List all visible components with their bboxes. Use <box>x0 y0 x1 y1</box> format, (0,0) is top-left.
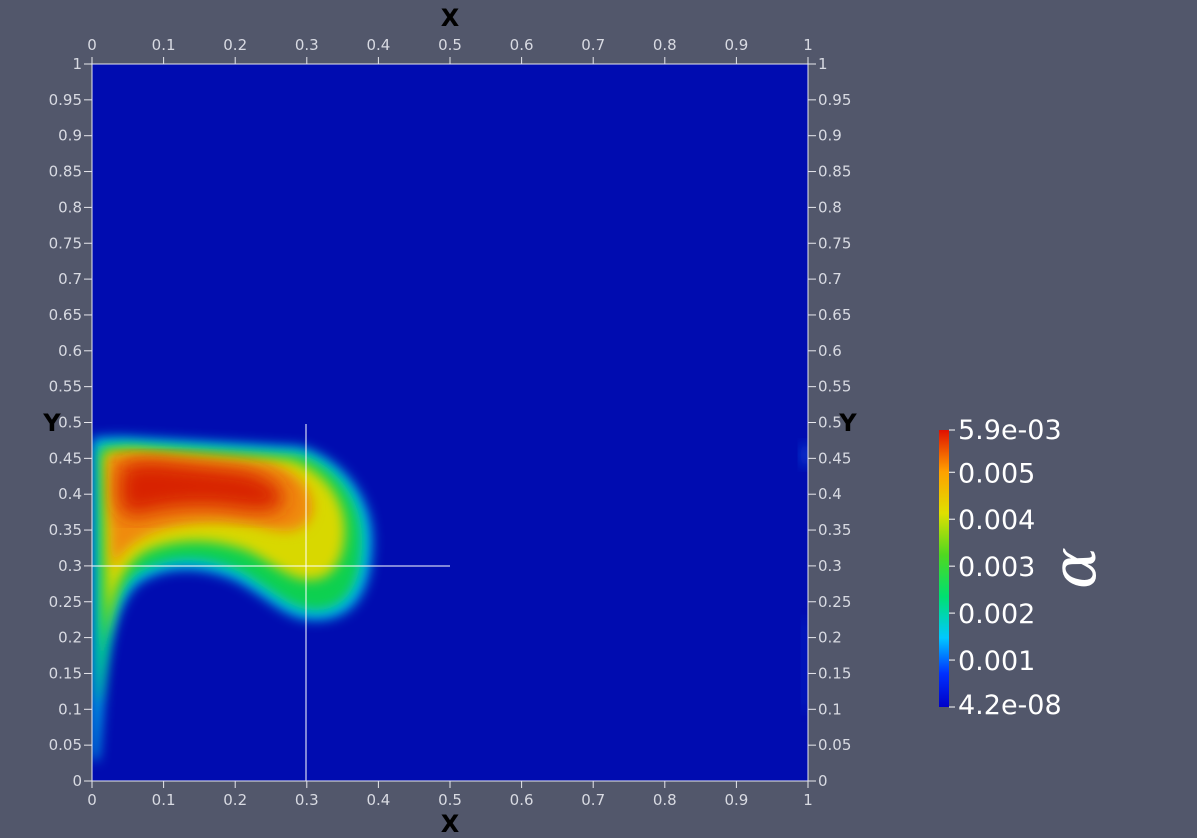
x-tick-label-top: 0.9 <box>724 36 748 54</box>
x-tick-label-top: 0.2 <box>223 36 247 54</box>
y-tick-label-right: 0.1 <box>818 700 842 718</box>
x-tick-label-bottom: 0.1 <box>152 791 176 809</box>
x-tick-label-bottom: 0.6 <box>510 791 534 809</box>
heatmap-plot: 0 0.1 0.2 0.3 0.4 0.5 0.6 0.7 0.8 0.9 1 0 0.1 0.2 0.3… <box>42 4 1110 838</box>
y-tick-label-left: 0.45 <box>49 449 82 467</box>
x-tick-label-top: 1 <box>803 36 813 54</box>
y-tick-label-right: 0.8 <box>818 198 842 216</box>
x-axis-top: 0 0.1 0.2 0.3 0.4 0.5 0.6 0.7 0.8 0.9 1 <box>87 36 813 64</box>
y-tick-label-left: 0.65 <box>49 306 82 324</box>
colorbar-min-label: 4.2e-08 <box>958 690 1062 721</box>
y-tick-label-left: 0.6 <box>58 342 82 360</box>
y-tick-label-right: 0.05 <box>818 736 851 754</box>
colorbar-ticks: 0.001 0.002 0.003 0.004 0.005 <box>949 429 1035 708</box>
y-tick-label-right: 0.35 <box>818 521 851 539</box>
x-tick-label-top: 0.1 <box>152 36 176 54</box>
y-tick-label-right: 0.15 <box>818 664 851 682</box>
y-tick-label-right: 0.85 <box>818 163 851 181</box>
y-tick-label-left: 0.3 <box>58 557 82 575</box>
y-tick-label-right: 0.2 <box>818 629 842 647</box>
color-legend: 0.001 0.002 0.003 0.004 0.005 5.9e-03 4.2e-0… <box>939 415 1110 721</box>
right-edge-streak <box>802 620 808 710</box>
y-tick-label-right: 0.3 <box>818 557 842 575</box>
y-tick-label-left: 0.75 <box>49 234 82 252</box>
y-tick-label-right: 0.4 <box>818 485 842 503</box>
y-tick-label-left: 0.95 <box>49 91 82 109</box>
y-tick-label-left: 0.8 <box>58 198 82 216</box>
y-tick-label-right: 0.7 <box>818 270 842 288</box>
y-tick-label-right: 0.75 <box>818 234 851 252</box>
x-tick-label-bottom: 0 <box>87 791 97 809</box>
x-tick-label-top: 0.8 <box>653 36 677 54</box>
colorbar-tick-label: 0.005 <box>958 458 1035 489</box>
y-tick-label-left: 0.9 <box>58 127 82 145</box>
colorbar-gradient <box>939 430 949 707</box>
x-tick-label-bottom: 0.3 <box>295 791 319 809</box>
y-tick-label-right: 0.45 <box>818 449 851 467</box>
y-tick-label-left: 0.4 <box>58 485 82 503</box>
y-tick-label-left: 0.7 <box>58 270 82 288</box>
y-tick-label-right: 1 <box>818 55 828 73</box>
y-tick-label-left: 0.2 <box>58 629 82 647</box>
y-tick-label-right: 0.65 <box>818 306 851 324</box>
y-tick-label-left: 0.35 <box>49 521 82 539</box>
x-tick-label-top: 0.5 <box>438 36 462 54</box>
y-tick-label-right: 0.25 <box>818 593 851 611</box>
plot-domain <box>92 64 808 781</box>
x-axis-bottom: 0 0.1 0.2 0.3 0.4 0.5 0.6 0.7 0.8 0.9 1 <box>87 781 813 809</box>
y-tick-label-right: 0.95 <box>818 91 851 109</box>
colorbar-tick-label: 0.001 <box>958 646 1035 677</box>
y-tick-label-right: 0 <box>818 772 828 790</box>
colorbar-max-label: 5.9e-03 <box>958 415 1062 446</box>
colorbar-title: α <box>1037 547 1110 589</box>
x-tick-label-bottom: 0.8 <box>653 791 677 809</box>
x-tick-label-bottom: 0.2 <box>223 791 247 809</box>
x-tick-label-bottom: 0.4 <box>366 791 390 809</box>
y-tick-label-right: 0.5 <box>818 414 842 432</box>
y-tick-label-right: 0.6 <box>818 342 842 360</box>
y-tick-label-left: 0.55 <box>49 378 82 396</box>
x-tick-label-top: 0.7 <box>581 36 605 54</box>
colorbar-tick-label: 0.002 <box>958 599 1035 630</box>
x-tick-label-top: 0.6 <box>510 36 534 54</box>
x-tick-label-bottom: 0.5 <box>438 791 462 809</box>
y-axis-title-right: Y <box>838 409 857 437</box>
x-tick-label-bottom: 0.9 <box>724 791 748 809</box>
y-tick-label-right: 0.9 <box>818 127 842 145</box>
x-tick-label-top: 0.4 <box>366 36 390 54</box>
x-tick-label-bottom: 1 <box>803 791 813 809</box>
x-axis-title-top: X <box>441 4 460 32</box>
x-axis-title-bottom: X <box>441 810 460 838</box>
right-edge-feature <box>800 443 808 467</box>
x-tick-label-top: 0.3 <box>295 36 319 54</box>
render-viewport[interactable]: 0 0.1 0.2 0.3 0.4 0.5 0.6 0.7 0.8 0.9 1 0 0.1 0.2 0.3… <box>0 0 1197 838</box>
y-tick-label-left: 1 <box>72 55 82 73</box>
y-tick-label-left: 0.85 <box>49 163 82 181</box>
y-tick-label-left: 0.25 <box>49 593 82 611</box>
y-axis-title-left: Y <box>42 409 61 437</box>
y-tick-label-right: 0.55 <box>818 378 851 396</box>
x-tick-label-bottom: 0.7 <box>581 791 605 809</box>
y-tick-label-left: 0.15 <box>49 664 82 682</box>
y-tick-label-left: 0 <box>72 772 82 790</box>
y-tick-label-left: 0.1 <box>58 700 82 718</box>
colorbar-tick-label: 0.003 <box>958 552 1035 583</box>
colorbar-tick-label: 0.004 <box>958 505 1035 536</box>
x-tick-label-top: 0 <box>87 36 97 54</box>
y-tick-label-left: 0.5 <box>58 414 82 432</box>
y-tick-label-left: 0.05 <box>49 736 82 754</box>
